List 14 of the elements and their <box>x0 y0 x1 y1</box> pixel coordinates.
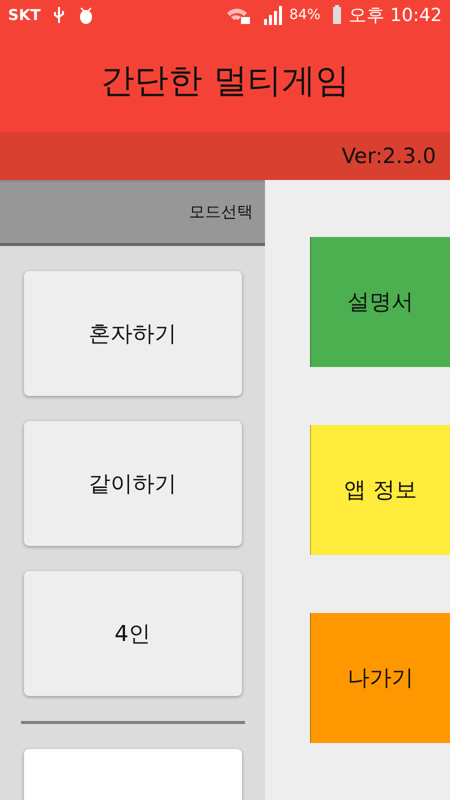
mode-button[interactable]: 같이하기 <box>24 421 242 546</box>
mode-title: 모드선택 <box>189 202 253 223</box>
carrier-text: SKT <box>8 6 41 24</box>
battery-text: 84% <box>289 7 320 23</box>
app-title: 간단한 멀티게임 <box>100 60 350 103</box>
clock-text: 오후 10:42 <box>348 4 442 27</box>
version-text: Ver:2.3.0 <box>342 144 436 168</box>
battery-icon <box>332 5 342 25</box>
usb-icon <box>52 5 65 25</box>
menu-button[interactable]: 나가기 <box>310 613 450 743</box>
menu-button[interactable]: 앱 정보 <box>310 425 450 555</box>
mode-button[interactable]: 혼자하기 <box>24 271 242 396</box>
mode-button[interactable]: 4인 <box>24 571 242 696</box>
menu-button[interactable]: 설명서 <box>310 237 450 367</box>
